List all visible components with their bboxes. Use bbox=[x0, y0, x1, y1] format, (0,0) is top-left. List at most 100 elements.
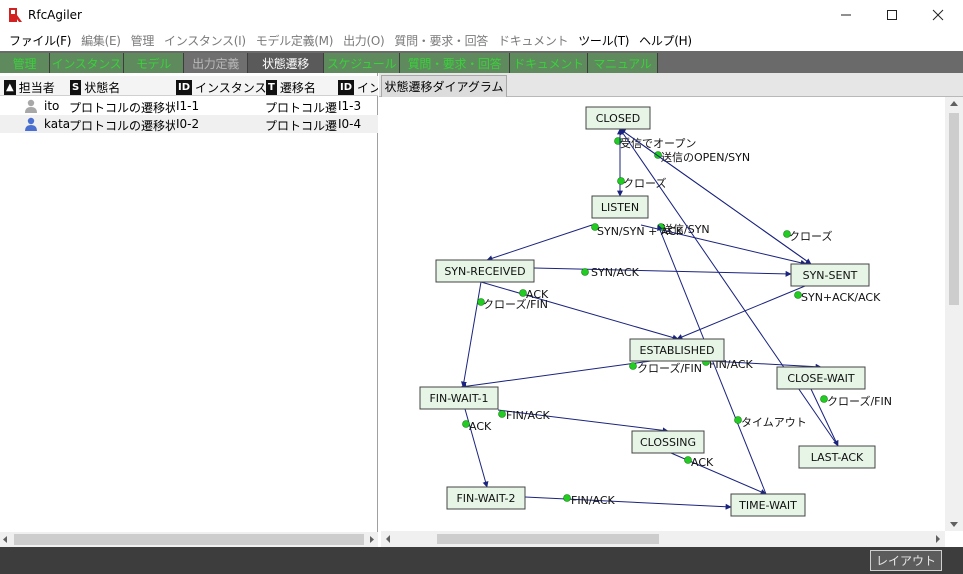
state-label: FIN-WAIT-1 bbox=[429, 392, 488, 405]
scroll-left-icon[interactable] bbox=[3, 536, 7, 543]
scroll-up-icon[interactable] bbox=[950, 101, 958, 106]
state-fin-wait-1[interactable]: FIN-WAIT-1 bbox=[419, 386, 499, 410]
close-icon bbox=[932, 9, 944, 21]
maximize-button[interactable] bbox=[869, 0, 915, 30]
transition-arrow[interactable] bbox=[486, 224, 593, 262]
diagram-vscroll-thumb[interactable] bbox=[949, 113, 959, 305]
transition-arrow[interactable] bbox=[619, 128, 812, 265]
close-button[interactable] bbox=[915, 0, 961, 30]
transition-arrow[interactable] bbox=[619, 128, 839, 447]
table-row[interactable]: ito プロトコルの遷移状態I1-1 プロトコル遷移I1-3 bbox=[0, 97, 378, 115]
transition-syn-received-to-fin-wait-1[interactable]: クローズ/FIN bbox=[460, 281, 548, 388]
menu-item-2[interactable]: 管理 bbox=[126, 32, 159, 49]
state-listen[interactable]: LISTEN bbox=[591, 195, 649, 219]
transition-arrow[interactable] bbox=[460, 281, 482, 388]
state-fin-wait-2[interactable]: FIN-WAIT-2 bbox=[446, 486, 526, 510]
table-body: itoプロトコルの遷移状態I1-1プロトコル遷移I1-3kataプロトコルの遷移… bbox=[0, 97, 378, 133]
module-tab-3[interactable]: 出力定義 bbox=[184, 53, 248, 73]
transition-listen-to-syn-received[interactable]: SYN/SYN + ACK bbox=[486, 223, 684, 262]
module-tab-0[interactable]: 管理 bbox=[0, 53, 50, 73]
state-label: CLOSSING bbox=[640, 436, 696, 449]
tab-state-diagram-label: 状態遷移ダイアグラム bbox=[384, 80, 504, 94]
transition-fin-wait-2-to-time-wait[interactable]: FIN/ACK bbox=[524, 494, 732, 510]
transition-fin-wait-1-to-fin-wait-2[interactable]: ACK bbox=[462, 408, 493, 488]
table-scroll-thumb[interactable] bbox=[14, 534, 364, 545]
module-tab-6[interactable]: 質問・要求・回答 bbox=[400, 53, 510, 73]
state-closed[interactable]: CLOSED bbox=[585, 106, 651, 130]
state-diagram[interactable]: 受信でオープン送信のOPEN/SYNクローズSYN/SYN + ACK送信/SY… bbox=[381, 97, 945, 531]
state-syn-received[interactable]: SYN-RECEIVED bbox=[435, 259, 535, 283]
transition-syn-received-to-syn-sent[interactable]: SYN/ACK bbox=[533, 266, 792, 279]
module-tab-8[interactable]: マニュアル bbox=[588, 53, 658, 73]
transition-arrow[interactable] bbox=[533, 267, 792, 277]
transition-arrow[interactable] bbox=[524, 496, 732, 510]
minimize-button[interactable] bbox=[823, 0, 869, 30]
column-header-3[interactable]: T 遷移名 bbox=[266, 78, 338, 96]
tab-state-diagram[interactable]: 状態遷移ダイアグラム bbox=[381, 75, 507, 97]
transition-last-ack-to-closed[interactable]: ACK bbox=[619, 128, 839, 447]
menu-item-4[interactable]: モデル定義(M) bbox=[251, 32, 338, 49]
column-header-0[interactable]: ▲ 担当者 bbox=[4, 78, 70, 96]
transition-label: ACK bbox=[469, 420, 492, 433]
transition-arrow[interactable] bbox=[676, 285, 806, 340]
table-horizontal-scrollbar[interactable] bbox=[0, 532, 378, 547]
cell-id2: I0-4 bbox=[338, 117, 362, 131]
module-tab-7[interactable]: ドキュメント bbox=[510, 53, 588, 73]
menu-item-7[interactable]: ドキュメント bbox=[493, 32, 573, 49]
maximize-icon bbox=[887, 10, 897, 20]
state-label: TIME-WAIT bbox=[738, 499, 797, 512]
status-bar bbox=[0, 547, 963, 574]
transition-handle[interactable] bbox=[629, 362, 637, 370]
column-header-1[interactable]: S 状態名 bbox=[70, 78, 176, 96]
menu-item-6[interactable]: 質問・要求・回答 bbox=[389, 32, 493, 49]
diagram-hscroll-thumb[interactable] bbox=[437, 534, 659, 544]
scroll-right-icon[interactable] bbox=[370, 536, 374, 543]
module-tab-4[interactable]: 状態遷移 bbox=[248, 53, 324, 73]
diagram-tab-strip: 状態遷移ダイアグラム bbox=[379, 73, 963, 97]
diagram-scroll-right-icon[interactable] bbox=[936, 535, 940, 543]
diagram-scroll-left-icon[interactable] bbox=[386, 535, 390, 543]
layout-button[interactable]: レイアウト bbox=[870, 550, 942, 571]
scroll-down-icon[interactable] bbox=[950, 522, 958, 527]
transition-handle[interactable] bbox=[563, 494, 571, 502]
diagram-canvas[interactable]: 受信でオープン 送信のOPEN/SYN クローズ SYN/SYN + ACK 送信/SY… bbox=[381, 97, 945, 531]
title-bar: RfcAgiler bbox=[0, 0, 963, 30]
cell-id2: I1-3 bbox=[338, 99, 362, 113]
menu-item-1[interactable]: 編集(E) bbox=[76, 32, 125, 49]
transition-label: FIN/ACK bbox=[571, 494, 616, 507]
transition-handle[interactable] bbox=[498, 410, 506, 418]
transition-label: クローズ/FIN bbox=[483, 297, 548, 311]
column-header-4[interactable]: IDインスタ bbox=[338, 78, 378, 96]
module-tab-5[interactable]: スケジュール bbox=[324, 53, 400, 73]
transition-handle[interactable] bbox=[581, 268, 589, 276]
user-avatar-icon bbox=[25, 117, 37, 131]
column-header-2[interactable]: IDインスタンスID bbox=[176, 78, 266, 96]
state-established[interactable]: ESTABLISHED bbox=[629, 338, 725, 362]
transition-fin-wait-1-to-closing[interactable]: FIN/ACK bbox=[497, 409, 669, 434]
state-time-wait[interactable]: TIME-WAIT bbox=[730, 493, 806, 517]
column-type-badge: ▲ bbox=[4, 79, 16, 95]
module-tab-1[interactable]: インスタンス bbox=[50, 53, 124, 73]
diagram-vertical-scrollbar[interactable] bbox=[945, 97, 963, 531]
state-syn-sent[interactable]: SYN-SENT bbox=[790, 263, 870, 287]
state-closing[interactable]: CLOSSING bbox=[631, 430, 705, 454]
menu-item-8[interactable]: ツール(T) bbox=[573, 32, 634, 49]
column-type-badge: ID bbox=[338, 79, 355, 95]
column-header-label: 担当者 bbox=[18, 80, 55, 95]
menu-item-0[interactable]: ファイル(F) bbox=[4, 32, 76, 49]
transition-arrow[interactable] bbox=[460, 360, 652, 390]
state-last-ack[interactable]: LAST-ACK bbox=[798, 445, 876, 469]
transition-syn-sent-to-established[interactable]: SYN+ACK/ACK bbox=[676, 285, 881, 340]
state-close-wait[interactable]: CLOSE-WAIT bbox=[776, 366, 866, 390]
window-title: RfcAgiler bbox=[28, 8, 82, 22]
menu-item-9[interactable]: ヘルプ(H) bbox=[634, 32, 697, 49]
transition-label: FIN/ACK bbox=[506, 409, 551, 422]
table-row[interactable]: kataプロトコルの遷移状態I0-2 プロトコル遷移I0-4 bbox=[0, 115, 378, 133]
cell-transition-name: プロトコル遷移 bbox=[265, 101, 337, 115]
transition-established-to-fin-wait-1[interactable]: クローズ/FIN bbox=[460, 360, 702, 390]
menu-item-5[interactable]: 出力(O) bbox=[338, 32, 389, 49]
transition-close-wait-to-last-ack[interactable]: クローズ/FIN bbox=[810, 388, 892, 447]
module-tab-2[interactable]: モデル bbox=[124, 53, 184, 73]
menu-item-3[interactable]: インスタンス(I) bbox=[159, 32, 251, 49]
diagram-horizontal-scrollbar[interactable] bbox=[381, 531, 945, 547]
